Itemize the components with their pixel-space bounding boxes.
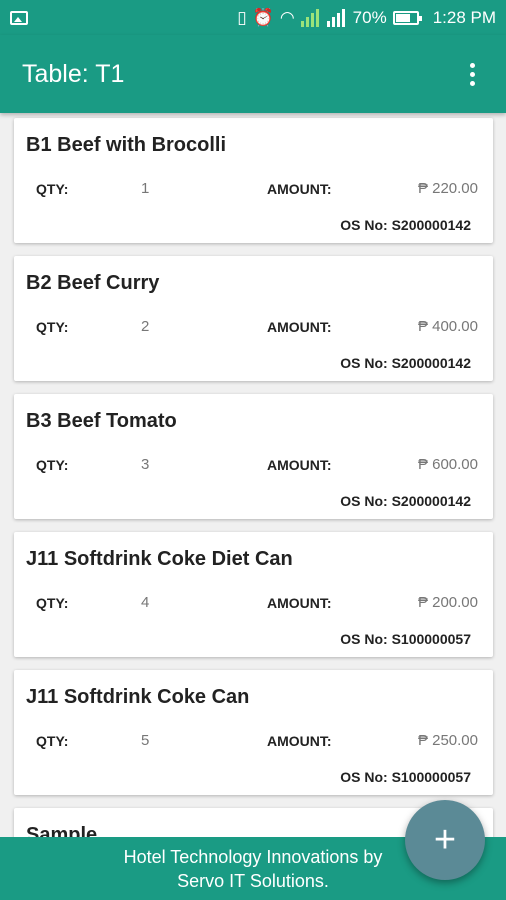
wifi-icon: ◠	[279, 7, 295, 27]
qty-value: 2	[141, 318, 150, 335]
item-name: Sample	[26, 824, 98, 837]
vibrate-icon: ▯	[237, 7, 247, 27]
order-item-card[interactable]: J11 Softdrink Coke Can QTY: 5 AMOUNT: ₱ …	[14, 670, 493, 795]
os-value: S200000142	[391, 493, 471, 509]
amount-value: ₱ 200.00	[417, 594, 478, 611]
os-number: OS No: S200000142	[340, 217, 471, 233]
os-number: OS No: S200000142	[340, 493, 471, 509]
amount-value: ₱ 600.00	[417, 456, 478, 473]
signal-icon	[326, 8, 347, 27]
signal-icon	[300, 8, 321, 27]
amount-label: AMOUNT:	[267, 457, 332, 473]
os-number: OS No: S200000142	[340, 355, 471, 371]
qty-value: 5	[141, 732, 150, 749]
item-name: B3 Beef Tomato	[26, 410, 177, 432]
os-label: OS No:	[340, 631, 392, 647]
os-number: OS No: S100000057	[340, 769, 471, 785]
qty-value: 4	[141, 594, 150, 611]
amount-label: AMOUNT:	[267, 733, 332, 749]
overflow-menu-icon[interactable]	[460, 59, 484, 89]
amount-value: ₱ 400.00	[417, 318, 478, 335]
order-item-card[interactable]: B2 Beef Curry QTY: 2 AMOUNT: ₱ 400.00 OS…	[14, 256, 493, 381]
amount-value: ₱ 220.00	[417, 180, 478, 197]
amount-label: AMOUNT:	[267, 181, 332, 197]
add-item-button[interactable]: +	[405, 800, 485, 880]
order-list[interactable]: B1 Beef with Brocolli QTY: 1 AMOUNT: ₱ 2…	[0, 113, 506, 837]
os-value: S200000142	[391, 355, 471, 371]
amount-value: ₱ 250.00	[417, 732, 478, 749]
qty-label: QTY:	[36, 595, 69, 611]
item-name: B2 Beef Curry	[26, 272, 160, 294]
os-label: OS No:	[340, 217, 392, 233]
qty-label: QTY:	[36, 733, 69, 749]
item-name: J11 Softdrink Coke Can	[26, 686, 250, 708]
page-title: Table: T1	[22, 59, 125, 88]
plus-icon: +	[433, 818, 457, 861]
qty-value: 1	[141, 180, 150, 197]
amount-label: AMOUNT:	[267, 319, 332, 335]
os-value: S100000057	[391, 769, 471, 785]
battery-percent: 70%	[352, 7, 387, 27]
os-value: S100000057	[391, 631, 471, 647]
os-value: S200000142	[391, 217, 471, 233]
order-item-card[interactable]: B3 Beef Tomato QTY: 3 AMOUNT: ₱ 600.00 O…	[14, 394, 493, 519]
qty-label: QTY:	[36, 457, 69, 473]
os-number: OS No: S100000057	[340, 631, 471, 647]
os-label: OS No:	[340, 355, 392, 371]
battery-icon	[392, 10, 422, 25]
alarm-icon: ⏰	[252, 7, 274, 27]
os-label: OS No:	[340, 493, 392, 509]
amount-label: AMOUNT:	[267, 595, 332, 611]
app-bar: Table: T1	[0, 35, 506, 113]
order-item-card[interactable]: B1 Beef with Brocolli QTY: 1 AMOUNT: ₱ 2…	[14, 118, 493, 243]
gallery-icon	[10, 10, 28, 25]
item-name: B1 Beef with Brocolli	[26, 134, 227, 156]
item-name: J11 Softdrink Coke Diet Can	[26, 548, 293, 570]
qty-label: QTY:	[36, 319, 69, 335]
os-label: OS No:	[340, 769, 392, 785]
qty-label: QTY:	[36, 181, 69, 197]
order-item-card[interactable]: J11 Softdrink Coke Diet Can QTY: 4 AMOUN…	[14, 532, 493, 657]
qty-value: 3	[141, 456, 150, 473]
clock: 1:28 PM	[432, 7, 496, 27]
status-bar: ▯ ⏰ ◠ 70% 1:28 PM	[0, 0, 506, 35]
